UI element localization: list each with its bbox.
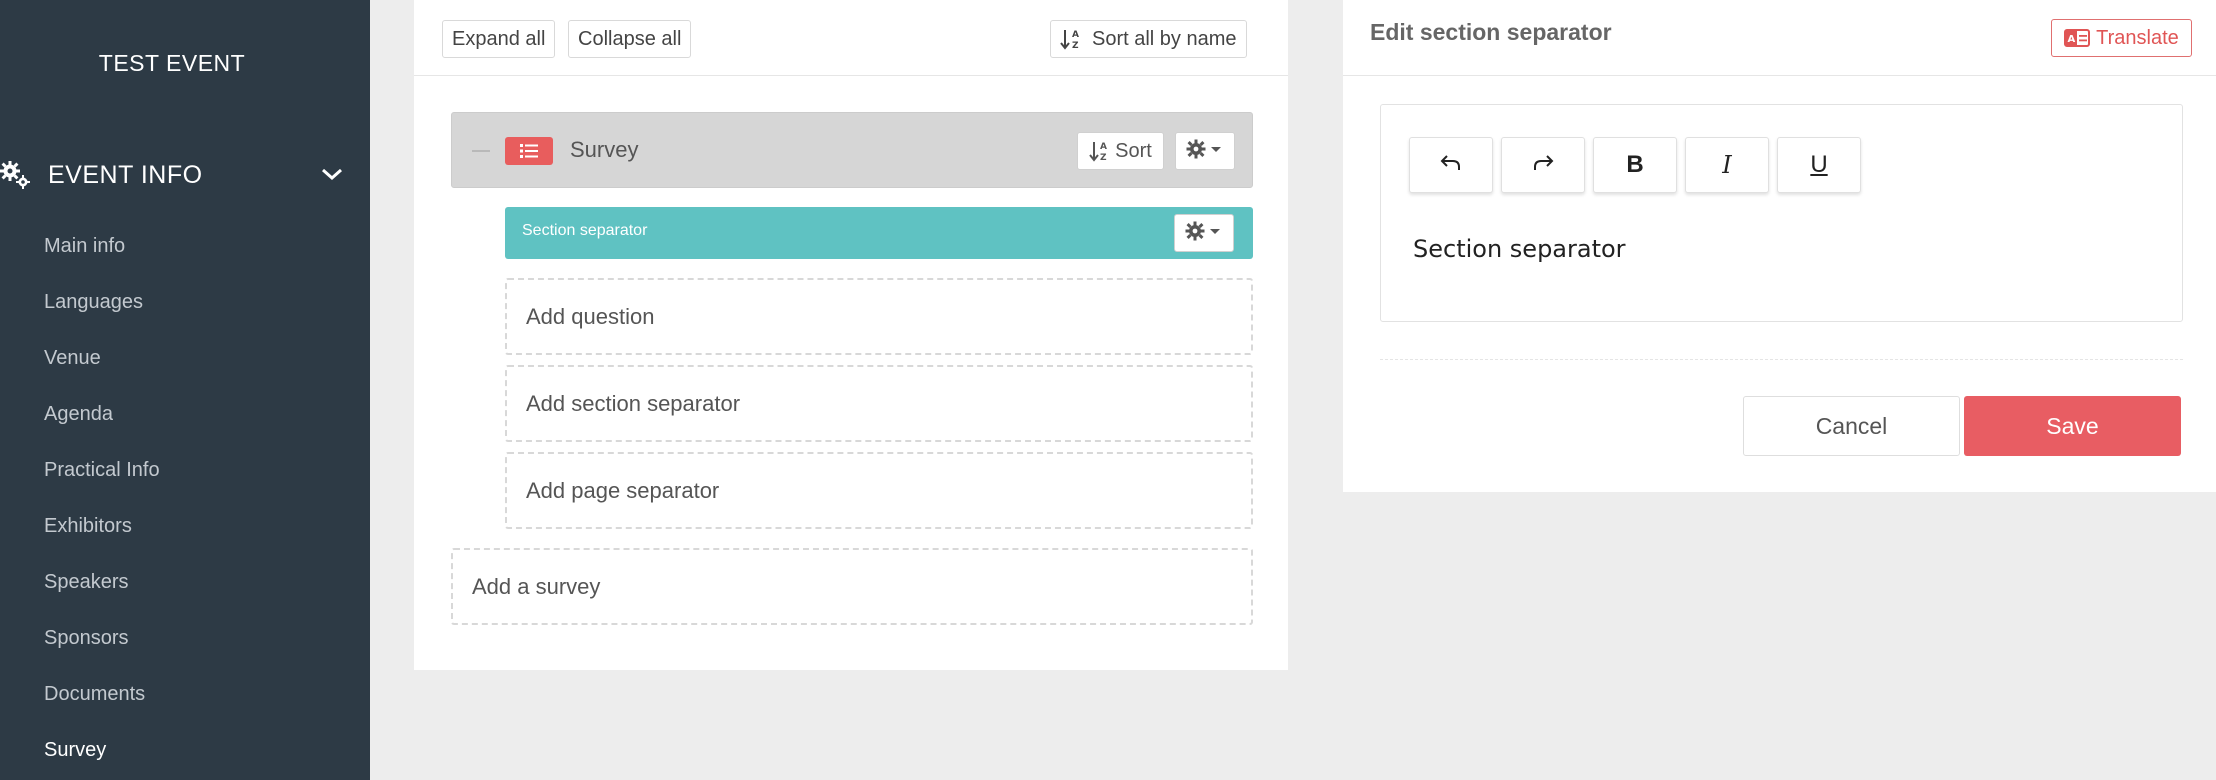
edit-panel: Edit section separator A Translate B I U… bbox=[1343, 0, 2216, 492]
sidebar-item-documents[interactable]: Documents bbox=[44, 676, 160, 732]
svg-text:A: A bbox=[2068, 34, 2076, 45]
save-button[interactable]: Save bbox=[1964, 396, 2181, 456]
undo-button[interactable] bbox=[1409, 137, 1493, 193]
undo-icon bbox=[1439, 151, 1463, 180]
sidebar-item-speakers[interactable]: Speakers bbox=[44, 564, 160, 620]
edit-panel-title: Edit section separator bbox=[1370, 19, 1612, 45]
expand-all-label: Expand all bbox=[452, 28, 546, 50]
sidebar-nav: Main info Languages Venue Agenda Practic… bbox=[44, 228, 160, 780]
redo-button[interactable] bbox=[1501, 137, 1585, 193]
survey-toolbar: Expand all Collapse all A Z Sort all by … bbox=[414, 0, 1288, 76]
sidebar-item-venue[interactable]: Venue bbox=[44, 340, 160, 396]
italic-button[interactable]: I bbox=[1685, 137, 1769, 193]
survey-settings-button[interactable] bbox=[1175, 132, 1235, 170]
survey-panel: Expand all Collapse all A Z Sort all by … bbox=[414, 0, 1288, 670]
cancel-button[interactable]: Cancel bbox=[1743, 396, 1960, 456]
event-info-section[interactable]: EVENT INFO bbox=[0, 158, 344, 192]
svg-text:A: A bbox=[1072, 30, 1079, 40]
redo-icon bbox=[1531, 151, 1555, 180]
underline-label: U bbox=[1810, 151, 1828, 178]
add-survey-label: Add a survey bbox=[472, 573, 601, 599]
gear-icon bbox=[1185, 138, 1225, 165]
editor-content[interactable]: Section separator bbox=[1413, 235, 1626, 263]
sidebar-item-sponsors[interactable]: Sponsors bbox=[44, 620, 160, 676]
survey-row[interactable]: Survey A Z Sort bbox=[451, 112, 1253, 188]
translate-label: Translate bbox=[2096, 26, 2179, 49]
section-separator-row[interactable]: Section separator bbox=[505, 207, 1253, 259]
italic-label: I bbox=[1722, 151, 1732, 179]
section-label: EVENT INFO bbox=[48, 160, 203, 189]
survey-sort-button[interactable]: A Z Sort bbox=[1077, 132, 1164, 170]
cancel-label: Cancel bbox=[1815, 412, 1888, 439]
gear-icon bbox=[1184, 220, 1224, 247]
add-survey-button[interactable]: Add a survey bbox=[451, 548, 1253, 625]
header-divider bbox=[1343, 75, 2216, 76]
add-page-separator-label: Add page separator bbox=[526, 477, 720, 503]
add-page-separator-button[interactable]: Add page separator bbox=[505, 452, 1253, 529]
add-question-button[interactable]: Add question bbox=[505, 278, 1253, 355]
collapse-all-label: Collapse all bbox=[578, 28, 682, 50]
sidebar-item-languages[interactable]: Languages bbox=[44, 284, 160, 340]
svg-text:Z: Z bbox=[1100, 153, 1107, 162]
sidebar-item-practical-info[interactable]: Practical Info bbox=[44, 452, 160, 508]
save-label: Save bbox=[2046, 412, 2099, 439]
sidebar-item-main-info[interactable]: Main info bbox=[44, 228, 160, 284]
survey-sort-label: Sort bbox=[1115, 139, 1152, 162]
translate-button[interactable]: A Translate bbox=[2051, 19, 2192, 57]
section-separator-label: Section separator bbox=[522, 222, 648, 239]
collapse-all-button[interactable]: Collapse all bbox=[568, 20, 692, 58]
collapse-dash-icon[interactable] bbox=[472, 150, 490, 152]
sort-alpha-icon: A Z bbox=[1060, 28, 1082, 50]
underline-button[interactable]: U bbox=[1777, 137, 1861, 193]
add-question-label: Add question bbox=[526, 303, 655, 329]
add-section-separator-button[interactable]: Add section separator bbox=[505, 365, 1253, 442]
svg-text:Z: Z bbox=[1072, 41, 1079, 50]
survey-title: Survey bbox=[570, 137, 639, 162]
event-title: TEST EVENT bbox=[98, 50, 246, 76]
sort-all-button[interactable]: A Z Sort all by name bbox=[1050, 20, 1247, 58]
svg-text:A: A bbox=[1100, 142, 1107, 152]
gears-icon bbox=[0, 160, 32, 190]
sort-all-label: Sort all by name bbox=[1092, 28, 1237, 50]
expand-all-button[interactable]: Expand all bbox=[442, 20, 556, 58]
sort-alpha-icon: A Z bbox=[1089, 140, 1109, 162]
sidebar-item-agenda[interactable]: Agenda bbox=[44, 396, 160, 452]
bold-label: B bbox=[1626, 151, 1644, 178]
chevron-down-icon[interactable] bbox=[320, 164, 344, 184]
rich-text-editor[interactable]: B I U Section separator bbox=[1380, 104, 2183, 322]
separator-settings-button[interactable] bbox=[1174, 214, 1234, 252]
bold-button[interactable]: B bbox=[1593, 137, 1677, 193]
list-icon bbox=[505, 137, 553, 165]
sidebar: TEST EVENT EVENT INFO Main info Language… bbox=[0, 0, 370, 780]
sidebar-item-survey[interactable]: Survey bbox=[44, 732, 160, 780]
translate-icon: A bbox=[2064, 29, 2091, 47]
sidebar-item-exhibitors[interactable]: Exhibitors bbox=[44, 508, 160, 564]
form-divider bbox=[1380, 359, 2183, 360]
add-section-separator-label: Add section separator bbox=[526, 390, 741, 416]
